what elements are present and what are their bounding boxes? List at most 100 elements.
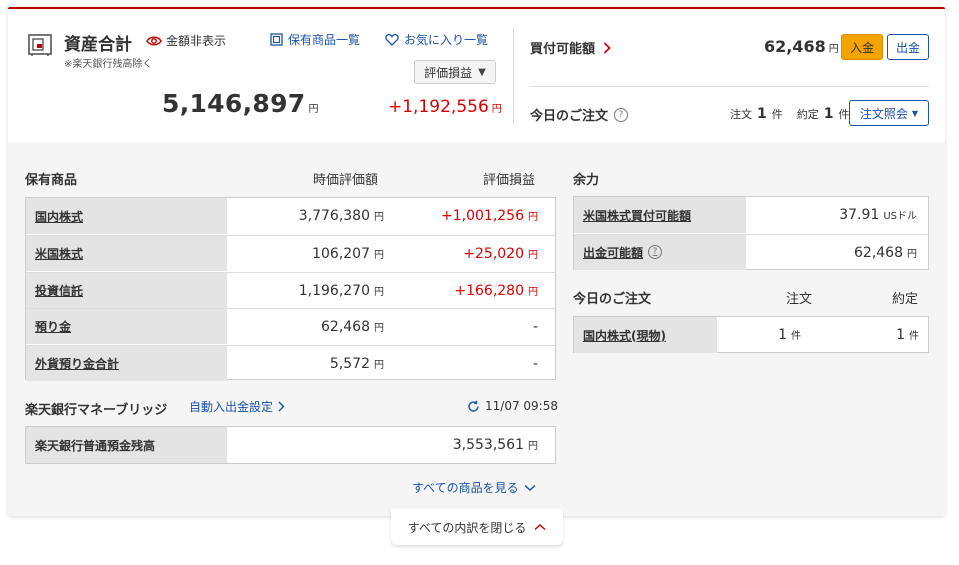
holdings-table: 国内株式 3,776,380 円 +1,001,256 円米国株式 106,207 円 +25… [25, 197, 556, 382]
see-all-products-label: すべての商品を見る [412, 481, 519, 495]
today-orders-heading: 今日のご注文 ? [530, 105, 629, 124]
bank-excluded-note: ※楽天銀行残高除く [64, 59, 153, 70]
holding-category-label: 国内株式 [35, 209, 84, 224]
domestic-spot-link[interactable]: 国内株式(現物) [574, 317, 717, 353]
yen-unit: 円 [374, 249, 384, 261]
see-all-products-link[interactable]: すべての商品を見る [412, 479, 536, 496]
chevron-down-icon [524, 484, 536, 491]
table-row: 米国株式買付可能額 37.91 USドル [574, 197, 928, 233]
yen-unit: 円 [528, 249, 538, 261]
chevron-up-icon [534, 524, 546, 531]
triangle-down-icon: ▼ [911, 108, 919, 118]
holding-category-link[interactable]: 預り金 [26, 309, 227, 345]
yen-unit: 円 [374, 323, 384, 335]
page-title: 資産合計 [64, 35, 132, 55]
withdraw-button[interactable]: 出金 [887, 34, 929, 60]
buying-power-value: 62,468 円 [764, 37, 839, 56]
profit-loss-amount: - [532, 356, 538, 373]
holding-category-label: 預り金 [35, 320, 72, 335]
auto-transfer-settings-link[interactable]: 自動入出金設定 [189, 398, 285, 415]
holding-profit-loss: +166,280 円 [454, 283, 538, 299]
table-row: 楽天銀行普通預金残高 3,553,561 円 [26, 427, 555, 463]
market-value-amount: 106,207 [312, 245, 370, 262]
bank-balance-label-text: 楽天銀行普通預金残高 [35, 438, 156, 453]
total-assets-value: 5,146,897 円 [162, 89, 319, 118]
holding-category-link[interactable]: 米国株式 [26, 235, 227, 271]
today-orders-label: 今日のご注文 [530, 109, 609, 124]
order-inquiry-label: 注文照会 [859, 106, 908, 121]
help-icon[interactable]: ? [614, 107, 629, 122]
buying-power-amount: 62,468 [764, 37, 826, 56]
collapse-breakdown-button[interactable]: すべての内訳を閉じる [391, 509, 563, 545]
yen-unit: 円 [308, 104, 319, 115]
yen-unit: 円 [528, 212, 538, 223]
surplus-item-value: 62,468 円 [854, 245, 917, 261]
holding-category-link[interactable]: 国内株式 [26, 198, 227, 234]
holdings-list-label: 保有商品一覧 [288, 33, 361, 47]
order-count-cell: 1件 [778, 327, 801, 343]
asset-summary-card: 資産合計 金額非表示 ※楽天銀行残高除く 保有商品一覧 お気に入り一覧 評価損益… [8, 7, 945, 516]
holdings-list-link[interactable]: 保有商品一覧 [270, 31, 360, 48]
holding-profit-loss: +25,020 円 [463, 246, 538, 262]
order-inquiry-button[interactable]: 注文照会 ▼ [849, 100, 929, 126]
bank-balance-value: 3,553,561 円 [453, 437, 538, 453]
surplus-heading: 余力 [573, 173, 600, 188]
holding-category-label: 投資信託 [35, 283, 84, 298]
hide-amount-label: 金額非表示 [166, 34, 227, 48]
display-mode-value: 評価損益 [424, 65, 473, 80]
favorites-list-label: お気に入り一覧 [404, 33, 489, 47]
holding-category-label: 米国株式 [35, 246, 84, 261]
table-row: 預り金 62,468 円 - [26, 308, 555, 345]
surplus-item-label: 米国株式買付可能額 [583, 208, 692, 223]
yen-unit: 円 [374, 286, 384, 298]
summary-header: 資産合計 金額非表示 ※楽天銀行残高除く 保有商品一覧 お気に入り一覧 評価損益… [8, 9, 945, 142]
table-row: 投資信託 1,196,270 円 +166,280 円 [26, 271, 555, 308]
domestic-spot-label: 国内株式(現物) [583, 328, 666, 343]
display-mode-select[interactable]: 評価損益 ▼ [414, 60, 496, 84]
yen-unit: 円 [491, 104, 502, 115]
triangle-down-icon: ▼ [478, 66, 486, 78]
yen-unit: 円 [374, 212, 384, 223]
surplus-item-link[interactable]: 出金可能額? [574, 234, 746, 270]
count-unit: 件 [771, 108, 783, 121]
yen-unit: 円 [528, 286, 538, 298]
deposit-button[interactable]: 入金 [841, 34, 883, 60]
count-unit: 件 [909, 331, 919, 342]
chevron-right-icon [278, 401, 285, 412]
buying-power-label: 買付可能額 [530, 42, 596, 57]
surplus-item-link[interactable]: 米国株式買付可能額 [574, 197, 746, 233]
list-icon [270, 33, 283, 46]
hide-amount-toggle[interactable]: 金額非表示 [146, 32, 226, 49]
holding-market-value: 62,468 円 [321, 319, 384, 335]
fill-column-header: 約定 [892, 292, 919, 307]
holding-profit-loss: - [533, 356, 538, 372]
money-bridge-timestamp: 11/07 09:58 [467, 399, 558, 413]
order-count: 1 [757, 106, 767, 122]
holding-category-link[interactable]: 投資信託 [26, 272, 227, 308]
count-unit: 件 [791, 331, 801, 342]
refresh-icon[interactable] [467, 400, 480, 413]
profit-loss-amount: +25,020 [463, 245, 524, 262]
order-label: 注文 [730, 108, 752, 121]
fill-label: 約定 [796, 108, 819, 121]
safe-icon [28, 34, 52, 56]
order-column-header: 注文 [786, 292, 813, 307]
help-icon[interactable]: ? [648, 245, 663, 259]
buying-power-link[interactable]: 買付可能額 [530, 38, 611, 57]
profit-loss-amount: - [532, 319, 538, 336]
surplus-unit: USドル [883, 211, 917, 222]
eye-icon [146, 36, 162, 45]
market-value-amount: 1,196,270 [298, 282, 370, 299]
table-row: 国内株式 3,776,380 円 +1,001,256 円 [26, 198, 555, 234]
chevron-right-icon [603, 41, 611, 54]
favorites-list-link[interactable]: お気に入り一覧 [385, 31, 488, 48]
holding-market-value: 106,207 円 [312, 246, 384, 262]
holding-category-link[interactable]: 外貨預り金合計 [26, 346, 227, 382]
surplus-item-value: 37.91 USドル [839, 207, 917, 223]
market-value-amount: 5,572 [329, 356, 370, 373]
fill-count: 1 [896, 327, 905, 343]
today-orders-table: 国内株式(現物) 1件 1件 [573, 316, 929, 353]
holding-market-value: 1,196,270 円 [299, 283, 384, 299]
surplus-table: 米国株式買付可能額 37.91 USドル出金可能額? 62,468 円 [573, 196, 929, 270]
holding-profit-loss: - [533, 319, 538, 335]
